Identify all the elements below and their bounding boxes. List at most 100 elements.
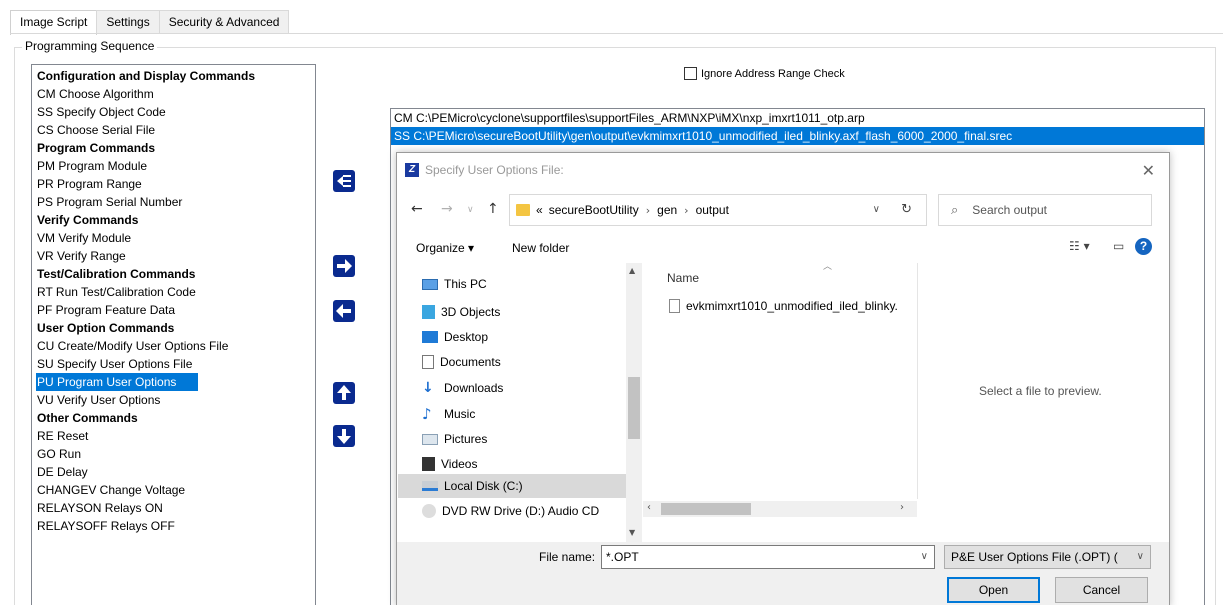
scroll-right-icon[interactable]: › [900, 502, 904, 513]
command-item[interactable]: CM Choose Algorithm [36, 85, 315, 103]
search-icon: ⌕ [951, 202, 959, 218]
specify-user-options-dialog: Z Specify User Options File: ✕ ← → ∨ ↑ «… [396, 152, 1170, 605]
arrow-left-icon [336, 304, 351, 318]
insert-lines-icon [337, 175, 351, 187]
music-icon: ♪ [422, 405, 432, 423]
desktop-icon [422, 331, 438, 343]
chevron-right-icon: › [645, 203, 651, 217]
command-item[interactable]: RELAYSOFF Relays OFF [36, 517, 315, 535]
breadcrumb-overflow[interactable]: « [536, 203, 543, 217]
command-item[interactable]: PM Program Module [36, 157, 315, 175]
refresh-icon[interactable]: ↻ [901, 202, 912, 217]
arrow-down-icon [337, 429, 351, 444]
insert-command-button[interactable] [333, 170, 355, 192]
documents-icon [422, 355, 434, 369]
command-item-selected[interactable]: PU Program User Options [36, 373, 198, 391]
tab-divider [10, 33, 1223, 34]
tab-image-script[interactable]: Image Script [10, 10, 98, 35]
videos-icon [422, 457, 435, 471]
tree-item-music[interactable]: ♪ Music [422, 403, 475, 425]
ignore-address-range-check[interactable]: Ignore Address Range Check [684, 67, 845, 80]
command-item[interactable]: RELAYSON Relays ON [36, 499, 315, 517]
tab-settings[interactable]: Settings [96, 10, 160, 34]
navigation-tree[interactable]: This PC 3D Objects Desktop Documents ↓ D… [398, 263, 641, 542]
tree-vertical-scrollbar[interactable]: ▲ ▼ [626, 263, 642, 542]
breadcrumb-securebootutility[interactable]: secureBootUtility [549, 203, 639, 217]
search-input[interactable]: ⌕ Search output [938, 194, 1152, 226]
command-item[interactable]: PS Program Serial Number [36, 193, 315, 211]
command-item[interactable]: VR Verify Range [36, 247, 315, 265]
cancel-button[interactable]: Cancel [1055, 577, 1148, 603]
back-arrow-icon[interactable]: ← [411, 201, 423, 217]
tree-item-documents[interactable]: Documents [422, 351, 501, 373]
chevron-down-icon[interactable]: ∨ [921, 546, 928, 568]
command-item[interactable]: RT Run Test/Calibration Code [36, 283, 315, 301]
file-horizontal-scrollbar[interactable]: ‹ › [643, 501, 917, 517]
command-list[interactable]: Configuration and Display Commands CM Cho… [31, 64, 316, 605]
preview-pane-icon[interactable]: ▭ [1113, 239, 1124, 253]
command-item[interactable]: CS Choose Serial File [36, 121, 315, 139]
tree-item-dvd-drive[interactable]: DVD RW Drive (D:) Audio CD [422, 500, 599, 522]
remove-command-button[interactable] [333, 300, 355, 322]
command-item[interactable]: CU Create/Modify User Options File [36, 337, 315, 355]
move-down-button[interactable] [333, 425, 355, 447]
folder-icon [516, 204, 530, 216]
arrow-up-icon [337, 385, 351, 400]
tree-item-downloads[interactable]: ↓ Downloads [422, 377, 503, 399]
command-item[interactable]: PF Program Feature Data [36, 301, 315, 319]
chevron-down-icon[interactable]: ∨ [873, 204, 880, 215]
command-item[interactable]: PR Program Range [36, 175, 315, 193]
scroll-down-icon[interactable]: ▼ [629, 528, 635, 537]
command-item[interactable]: SS Specify Object Code [36, 103, 315, 121]
column-header-name[interactable]: Name [667, 271, 699, 285]
scroll-left-icon[interactable]: ‹ [647, 502, 651, 513]
move-up-button[interactable] [333, 382, 355, 404]
forward-arrow-icon[interactable]: → [441, 201, 453, 217]
tab-security-advanced[interactable]: Security & Advanced [158, 10, 290, 34]
command-item[interactable]: GO Run [36, 445, 315, 463]
file-item-label: evkmimxrt1010_unmodified_iled_blinky. [686, 299, 898, 313]
command-item[interactable]: VU Verify User Options [36, 391, 315, 409]
view-options-icon[interactable]: ☷ ▾ [1069, 239, 1090, 253]
close-icon[interactable]: ✕ [1142, 161, 1155, 180]
new-folder-button[interactable]: New folder [512, 241, 569, 255]
dialog-footer: File name: *.OPT ∨ P&E User Options File… [397, 542, 1169, 605]
scroll-up-icon[interactable]: ▲ [629, 266, 635, 275]
command-category-header: User Option Commands [37, 321, 175, 335]
tree-item-3d-objects[interactable]: 3D Objects [422, 301, 500, 323]
tree-item-label: 3D Objects [441, 305, 501, 319]
scroll-thumb[interactable] [661, 503, 751, 515]
tree-item-desktop[interactable]: Desktop [422, 326, 488, 348]
scroll-thumb[interactable] [628, 377, 640, 439]
file-item[interactable]: evkmimxrt1010_unmodified_iled_blinky. [669, 299, 898, 313]
add-command-button[interactable] [333, 255, 355, 277]
sequence-row[interactable]: CM C:\PEMicro\cyclone\supportfiles\suppo… [391, 109, 1204, 127]
command-item[interactable]: VM Verify Module [36, 229, 315, 247]
tree-item-pictures[interactable]: Pictures [422, 428, 487, 450]
file-type-select[interactable]: P&E User Options File (.OPT) ( ∨ [944, 545, 1151, 569]
up-arrow-icon[interactable]: ↑ [487, 201, 499, 217]
tree-item-local-disk[interactable]: Local Disk (C:) [422, 475, 523, 497]
command-item[interactable]: SU Specify User Options File [36, 355, 315, 373]
breadcrumb-output[interactable]: output [696, 203, 729, 217]
command-category-header: Test/Calibration Commands [37, 267, 196, 281]
drive-icon [422, 481, 438, 491]
organize-button[interactable]: Organize ▾ [416, 241, 474, 255]
command-item[interactable]: RE Reset [36, 427, 315, 445]
pictures-icon [422, 433, 438, 445]
command-item[interactable]: CHANGEV Change Voltage [36, 481, 315, 499]
address-bar[interactable]: « secureBootUtility › gen › output ∨ ↻ [509, 194, 927, 226]
ignore-address-checkbox[interactable] [684, 67, 697, 80]
tree-item-label: Music [444, 407, 476, 421]
tree-item-this-pc[interactable]: This PC [422, 273, 487, 295]
breadcrumb-gen[interactable]: gen [657, 203, 677, 217]
help-icon[interactable]: ? [1135, 238, 1152, 255]
file-name-input[interactable]: *.OPT ∨ [601, 545, 935, 569]
sequence-row-selected[interactable]: SS C:\PEMicro\secureBootUtility\gen\outp… [391, 127, 1204, 145]
recent-chevron-icon[interactable]: ∨ [467, 205, 474, 215]
file-name-value: *.OPT [606, 550, 639, 564]
command-item[interactable]: DE Delay [36, 463, 315, 481]
tree-item-label: This PC [444, 277, 487, 291]
open-button[interactable]: Open [947, 577, 1040, 603]
tree-item-videos[interactable]: Videos [422, 453, 477, 475]
